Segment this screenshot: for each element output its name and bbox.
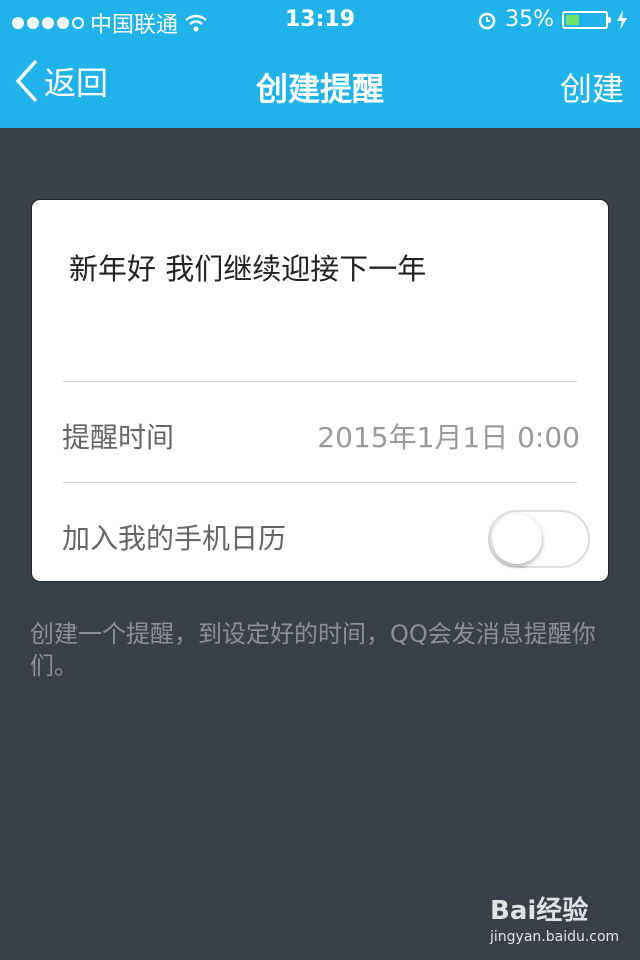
add-to-calendar-toggle[interactable]: [488, 510, 590, 568]
reminder-time-value[interactable]: 2015年1月1日 0:00: [317, 416, 580, 456]
watermark-brand: Bai经验: [490, 896, 589, 926]
page-title: 创建提醒: [255, 70, 384, 108]
header-bar: 中国联通 13:19 35% 返回 创建提醒 创建: [0, 0, 640, 128]
status-bar: 中国联通 13:19 35%: [0, 0, 640, 40]
battery-percentage: 35%: [505, 7, 554, 32]
add-to-calendar-label: 加入我的手机日历: [62, 522, 287, 555]
reminder-content-field[interactable]: 新年好 我们继续迎接下一年: [69, 246, 426, 288]
create-button[interactable]: 创建: [560, 64, 624, 110]
reminder-card: 新年好 我们继续迎接下一年 提醒时间 2015年1月1日 0:00 加入我的手机…: [31, 199, 609, 582]
battery-icon: [562, 10, 611, 29]
divider: [63, 381, 577, 382]
charging-bolt-icon: [617, 9, 627, 30]
status-right: 35%: [477, 7, 628, 32]
alarm-clock-icon: [478, 12, 496, 29]
reminder-time-label: 提醒时间: [62, 421, 175, 454]
navigation-bar: 返回 创建提醒 创建: [0, 40, 640, 128]
battery-fill: [566, 14, 579, 25]
watermark-url: jingyan.baidu.com: [490, 929, 620, 945]
hint-text: 创建一个提醒，到设定好的时间，QQ会发消息提醒你们。: [30, 620, 596, 680]
toggle-knob: [492, 514, 542, 564]
divider: [63, 482, 577, 483]
watermark: Bai经验 jingyan.baidu.com: [490, 890, 619, 945]
